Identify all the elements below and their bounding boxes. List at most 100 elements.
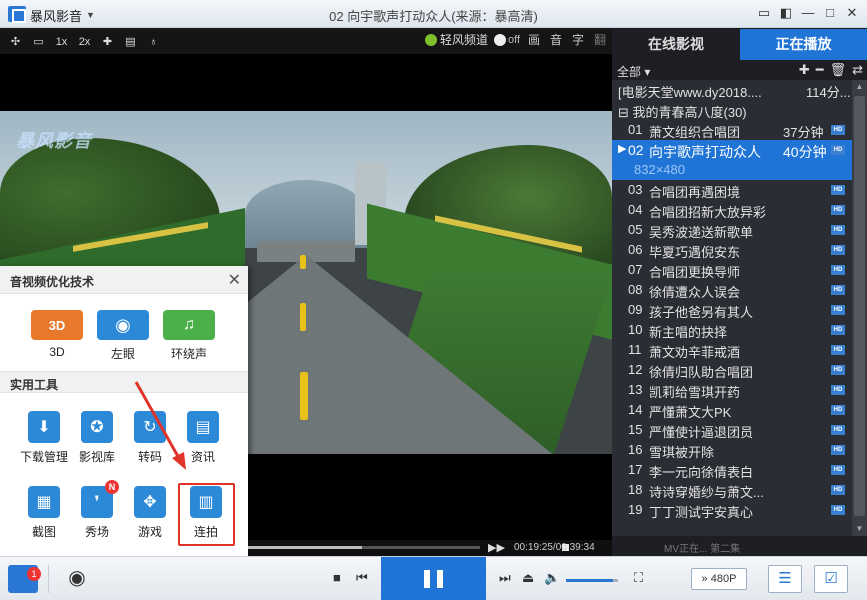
sidebar-footer: MV正在... 第二集: [612, 536, 867, 556]
source-name: [电影天堂www.dy2018....: [618, 85, 762, 100]
episode-title: 萧文劝辛菲戒酒: [649, 345, 741, 360]
list-item[interactable]: 17 李一元向徐倩表白 HD: [612, 460, 852, 480]
episode-number: 17: [628, 462, 643, 477]
list-item[interactable]: 13 凯莉给雪琪开药 HD: [612, 380, 852, 400]
hd-badge: HD: [831, 145, 845, 155]
hd-badge: HD: [831, 265, 845, 275]
next-icon[interactable]: ⏭: [499, 570, 511, 586]
volume-fill: [566, 579, 613, 582]
episode-number: 04: [628, 202, 643, 217]
list-item[interactable]: 11 萧文劝辛菲戒酒 HD: [612, 340, 852, 360]
pause-button[interactable]: [381, 557, 486, 600]
list-item-source[interactable]: [电影天堂www.dy2018.... 114分...: [612, 80, 852, 100]
progress-bar[interactable]: [248, 544, 569, 551]
previous-icon[interactable]: ⏮: [356, 570, 368, 586]
list-item[interactable]: 07 合唱团更换导师 HD: [612, 260, 852, 280]
group-label: 我的青春高八度(30): [632, 105, 747, 120]
list-item[interactable]: 18 诗诗穿婚纱与萧文... HD: [612, 480, 852, 500]
player-window: 暴风影音 ▼ 02 向宇歌声打动众人(来源：暴高清) ▭ ◧ — □ ✕ ✣ ▭…: [0, 0, 867, 600]
episode-number: 15: [628, 422, 643, 437]
list-item[interactable]: 01 萧文组织合唱团 37分钟 HD: [612, 120, 852, 140]
episode-duration: 37分钟: [783, 125, 824, 140]
remove-icon[interactable]: ━: [816, 62, 824, 78]
pause-icon: [424, 570, 430, 588]
fast-forward-icon[interactable]: ▶▶: [488, 541, 505, 554]
eye-protect-icon[interactable]: ◉: [58, 567, 96, 589]
list-item[interactable]: 05 吴秀波递送新歌单 HD: [612, 220, 852, 240]
hd-badge: HD: [831, 185, 845, 195]
episode-number: 08: [628, 282, 643, 297]
hd-badge: HD: [831, 405, 845, 415]
playlist: [电影天堂www.dy2018.... 114分... ⊟ 我的青春高八度(30…: [612, 80, 852, 536]
selected-resolution-row: 832×480: [612, 160, 852, 180]
episode-title: 凯莉给雪琪开药: [649, 385, 741, 400]
scroll-down-icon[interactable]: ▼: [852, 522, 867, 536]
playlist-scrollbar[interactable]: ▲ ▼: [852, 80, 867, 536]
hd-badge: HD: [831, 245, 845, 255]
list-item[interactable]: 06 毕夏巧遇倪安东 HD: [612, 240, 852, 260]
episode-title: 严懂萧文大PK: [649, 405, 732, 420]
loop-mode-icon[interactable]: ⇄: [852, 62, 863, 78]
tab-now-playing[interactable]: 正在播放: [740, 29, 867, 60]
separator: [48, 565, 49, 593]
trash-icon[interactable]: 🗑: [830, 62, 847, 78]
episode-number: 05: [628, 222, 643, 237]
toolbox-badge: 1: [27, 567, 41, 581]
hd-badge: HD: [831, 325, 845, 335]
episode-title: 吴秀波递送新歌单: [649, 225, 754, 240]
hd-badge: HD: [831, 285, 845, 295]
episode-title: 萧文组织合唱团: [649, 125, 741, 140]
footer-text: MV正在... 第二集: [664, 544, 741, 555]
list-item[interactable]: 08 徐倩遭众人误会 HD: [612, 280, 852, 300]
list-item[interactable]: 19 丁丁测试宇安真心 HD: [612, 500, 852, 520]
list-item[interactable]: 12 徐倩归队助合唱团 HD: [612, 360, 852, 380]
episode-title: 毕夏巧遇倪安东: [649, 245, 741, 260]
checklist-icon[interactable]: ☑: [814, 565, 848, 593]
tab-online-video[interactable]: 在线影视: [612, 29, 740, 60]
list-group-header[interactable]: ⊟ 我的青春高八度(30): [612, 100, 852, 120]
list-item[interactable]: 15 严懂使计逼退团员 HD: [612, 420, 852, 440]
mute-icon[interactable]: 🔈: [544, 570, 560, 586]
source-duration: 114分...: [806, 85, 851, 100]
episode-title: 新主唱的抉择: [649, 325, 728, 340]
list-item[interactable]: 16 雪琪被开除 HD: [612, 440, 852, 460]
scroll-thumb[interactable]: [854, 96, 865, 516]
episode-number: 03: [628, 182, 643, 197]
episode-number: 16: [628, 442, 643, 457]
resolution-text: 832×480: [634, 162, 685, 177]
episode-title: 孩子他爸另有其人: [649, 305, 754, 320]
list-item[interactable]: ▶ 02 向宇歌声打动众人 40分钟 HD: [612, 140, 852, 160]
add-icon[interactable]: ✚: [799, 62, 810, 78]
episode-number: 06: [628, 242, 643, 257]
episode-title: 合唱团再遇困境: [649, 185, 741, 200]
episode-title: 向宇歌声打动众人: [649, 144, 761, 160]
quality-button[interactable]: » 480P: [691, 568, 747, 590]
volume-slider[interactable]: [566, 579, 618, 582]
hd-badge: HD: [831, 125, 845, 135]
episode-title: 徐倩归队助合唱团: [649, 365, 754, 380]
scroll-up-icon[interactable]: ▲: [852, 80, 867, 94]
list-item[interactable]: 14 严懂萧文大PK HD: [612, 400, 852, 420]
playlist-toggle-icon[interactable]: ☰: [768, 565, 802, 593]
hd-badge: HD: [831, 425, 845, 435]
episode-title: 徐倩遭众人误会: [649, 285, 741, 300]
list-item[interactable]: 09 孩子他爸另有其人 HD: [612, 300, 852, 320]
hd-badge: HD: [831, 365, 845, 375]
episode-number: 11: [628, 342, 642, 357]
bottom-bar: 1 ◉ ■ ⏮ ⏭ ⏏ 🔈 ⛶ » 480P ☰ ☑: [0, 556, 867, 600]
list-item[interactable]: 04 合唱团招新大放异彩 HD: [612, 200, 852, 220]
episode-title: 合唱团招新大放异彩: [649, 205, 767, 220]
list-item[interactable]: 03 合唱团再遇困境 HD: [612, 180, 852, 200]
filter-dropdown[interactable]: 全部 ▾: [617, 63, 650, 80]
group-name: ⊟ 我的青春高八度(30): [618, 105, 747, 120]
hd-badge: HD: [831, 505, 845, 515]
stop-icon[interactable]: ■: [333, 570, 341, 585]
playlist-filter-bar: 全部 ▾ ✚ ━ 🗑 ⇄: [612, 60, 867, 80]
fullscreen-icon[interactable]: ⛶: [634, 570, 643, 586]
sidebar-tabs: 在线影视 正在播放: [612, 29, 867, 60]
eject-icon[interactable]: ⏏: [522, 570, 534, 586]
hd-badge: HD: [831, 305, 845, 315]
episode-title: 合唱团更换导师: [649, 265, 741, 280]
list-item[interactable]: 10 新主唱的抉择 HD: [612, 320, 852, 340]
progress-strip: ▶▶ 00:19:25/00:39:34: [248, 540, 612, 556]
